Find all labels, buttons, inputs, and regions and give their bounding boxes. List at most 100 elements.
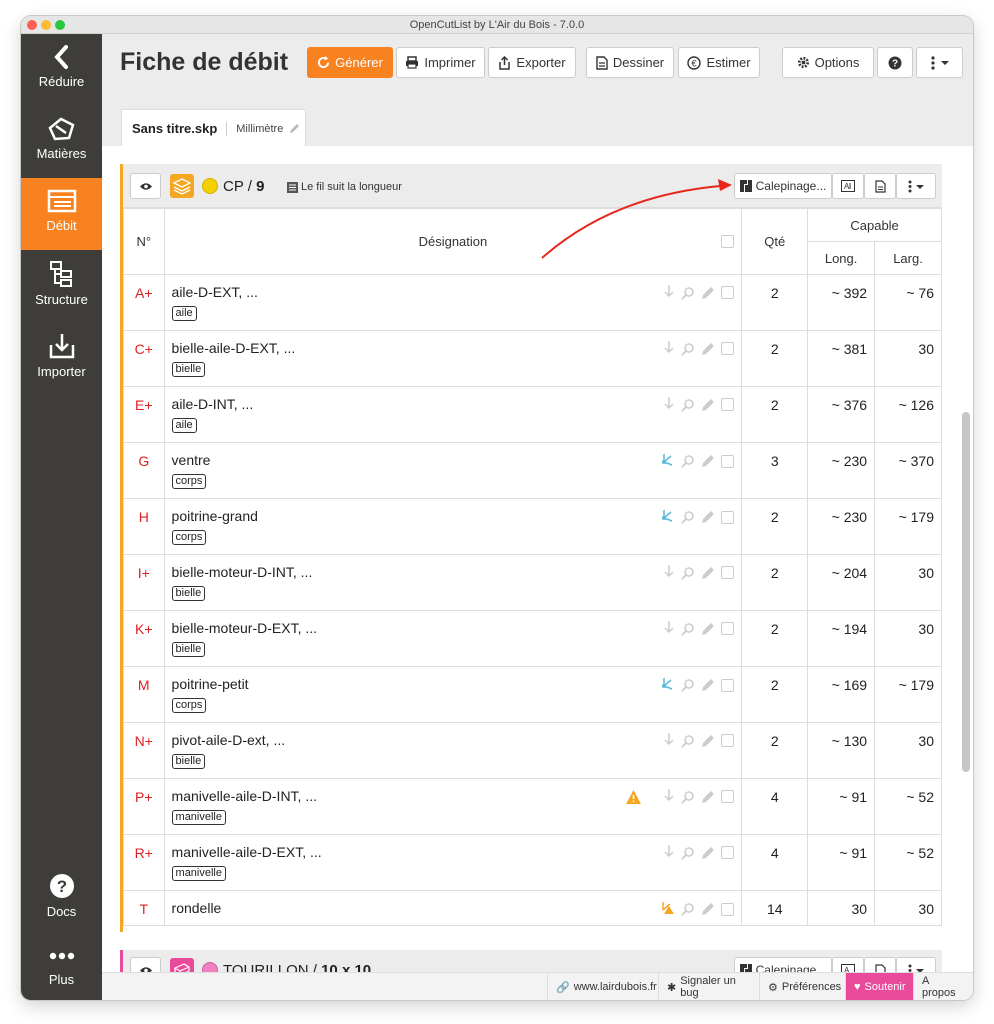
row-checkbox[interactable] <box>721 846 735 859</box>
visibility-toggle-button[interactable] <box>130 173 161 199</box>
arrow-down-icon[interactable] <box>663 396 675 413</box>
sidebar-item-cutlist[interactable]: Débit <box>21 178 102 250</box>
pencil-icon[interactable] <box>701 342 715 356</box>
search-icon[interactable] <box>681 734 695 748</box>
pencil-icon[interactable] <box>701 454 715 468</box>
col-number[interactable]: N° <box>123 208 165 275</box>
row-checkbox[interactable] <box>721 902 735 916</box>
row-checkbox[interactable] <box>721 454 735 468</box>
row-checkbox[interactable] <box>721 790 735 803</box>
maximize-window-button[interactable] <box>55 20 65 30</box>
report-button[interactable] <box>864 957 896 972</box>
pencil-icon[interactable] <box>701 566 715 580</box>
calepinage-button[interactable]: Calepinage... <box>734 173 832 199</box>
pencil-icon[interactable] <box>701 678 715 692</box>
search-icon[interactable] <box>681 678 695 692</box>
search-icon[interactable] <box>681 790 695 804</box>
minimize-window-button[interactable] <box>41 20 51 30</box>
about-link[interactable]: A propos <box>913 973 973 1000</box>
table-row[interactable]: N+ pivot-aile-D-ext, ... bielle 2 ~ 130 30 <box>123 722 942 779</box>
table-row[interactable]: Mpoitrine-petit corps 2 ~ 169 ~ 179 <box>123 666 942 723</box>
table-row[interactable]: Hpoitrine-grand corps 2 ~ 230 ~ 179 <box>123 498 942 555</box>
arrow-down-icon[interactable] <box>663 732 675 749</box>
preferences-link[interactable]: ⚙ Préférences <box>759 973 845 1000</box>
options-button[interactable]: Options <box>782 47 874 78</box>
row-checkbox[interactable] <box>721 734 735 747</box>
generate-button[interactable]: Générer <box>307 47 393 78</box>
tag-badge[interactable]: manivelle <box>171 866 226 881</box>
visibility-toggle-button[interactable] <box>130 957 161 972</box>
pencil-icon[interactable] <box>701 398 715 412</box>
group-menu-button[interactable] <box>896 173 936 199</box>
help-button[interactable]: ? <box>877 47 913 78</box>
sidebar-item-structure[interactable]: Structure <box>21 250 102 322</box>
axes-icon[interactable] <box>660 508 675 526</box>
scrollbar[interactable] <box>962 412 970 772</box>
row-checkbox[interactable] <box>721 286 735 299</box>
search-icon[interactable] <box>681 902 695 916</box>
row-checkbox[interactable] <box>721 566 735 579</box>
search-icon[interactable] <box>681 846 695 860</box>
tag-badge[interactable]: aile <box>171 306 197 321</box>
search-icon[interactable] <box>681 566 695 580</box>
sidebar-item-more[interactable]: Plus <box>21 934 102 1000</box>
tag-badge[interactable]: bielle <box>171 642 206 657</box>
pencil-icon[interactable] <box>701 790 715 804</box>
table-row[interactable]: K+ bielle-moteur-D-EXT, ... bielle 2 ~ 194 30 <box>123 610 942 667</box>
row-checkbox[interactable] <box>721 510 735 524</box>
pencil-icon[interactable] <box>701 734 715 748</box>
label-button[interactable]: A <box>832 173 864 199</box>
more-menu-button[interactable] <box>916 47 963 78</box>
col-qty[interactable]: Qté <box>741 208 809 275</box>
tag-badge[interactable]: bielle <box>171 586 206 601</box>
website-link[interactable]: 🔗 www.lairdubois.fr <box>547 973 658 1000</box>
arrow-down-icon[interactable] <box>663 788 675 805</box>
sidebar-item-import[interactable]: Importer <box>21 322 102 394</box>
search-icon[interactable] <box>681 342 695 356</box>
tag-badge[interactable]: manivelle <box>171 810 226 825</box>
col-length[interactable]: Long. <box>807 241 876 275</box>
pencil-icon[interactable] <box>701 846 715 860</box>
report-bug-link[interactable]: ✱ Signaler un bug <box>658 973 759 1000</box>
tag-badge[interactable]: bielle <box>171 362 206 377</box>
arrow-down-icon[interactable] <box>663 564 675 581</box>
row-checkbox[interactable] <box>721 342 735 355</box>
sidebar-item-materials[interactable]: Matières <box>21 106 102 178</box>
tag-badge[interactable]: bielle <box>171 754 206 769</box>
arrow-down-icon[interactable] <box>663 340 675 357</box>
file-tab[interactable]: Sans titre.skp Millimètre <box>121 109 306 147</box>
axes-warning-icon[interactable] <box>659 900 675 918</box>
pencil-icon[interactable] <box>701 286 715 300</box>
arrow-down-icon[interactable] <box>663 620 675 637</box>
pencil-icon[interactable] <box>701 902 715 916</box>
close-window-button[interactable] <box>27 20 37 30</box>
tag-badge[interactable]: corps <box>171 474 207 489</box>
search-icon[interactable] <box>681 622 695 636</box>
col-designation[interactable]: Désignation <box>163 208 743 275</box>
print-button[interactable]: Imprimer <box>396 47 485 78</box>
support-link[interactable]: ♥ Soutenir <box>845 973 913 1000</box>
arrow-down-icon[interactable] <box>663 284 675 301</box>
pencil-icon[interactable] <box>701 510 715 524</box>
arrow-down-icon[interactable] <box>663 844 675 861</box>
draw-button[interactable]: Dessiner <box>586 47 674 78</box>
row-checkbox[interactable] <box>721 622 735 635</box>
table-row[interactable]: Gventre corps 3 ~ 230 ~ 370 <box>123 442 942 499</box>
table-row[interactable]: R+ manivelle-aile-D-EXT, ... manivelle 4 ~ 9… <box>123 834 942 891</box>
estimate-button[interactable]: € Estimer <box>678 47 760 78</box>
table-row[interactable]: I+ bielle-moteur-D-INT, ... bielle 2 ~ 204 30 <box>123 554 942 611</box>
search-icon[interactable] <box>681 454 695 468</box>
pencil-icon[interactable] <box>289 123 300 134</box>
pencil-icon[interactable] <box>701 622 715 636</box>
sidebar-item-reduce[interactable]: Réduire <box>21 34 102 106</box>
table-row[interactable]: E+ aile-D-INT, ... aile 2 ~ 376 ~ 126 <box>123 386 942 443</box>
calepinage-button[interactable]: Calepinage... <box>734 957 832 972</box>
group-menu-button[interactable] <box>896 957 936 972</box>
table-row[interactable]: Trondelle 14 30 30 <box>123 890 942 926</box>
row-checkbox[interactable] <box>721 398 735 411</box>
axes-icon[interactable] <box>660 676 675 694</box>
axes-icon[interactable] <box>660 452 675 470</box>
row-checkbox[interactable] <box>721 678 735 692</box>
search-icon[interactable] <box>681 286 695 300</box>
label-button[interactable]: A <box>832 957 864 972</box>
